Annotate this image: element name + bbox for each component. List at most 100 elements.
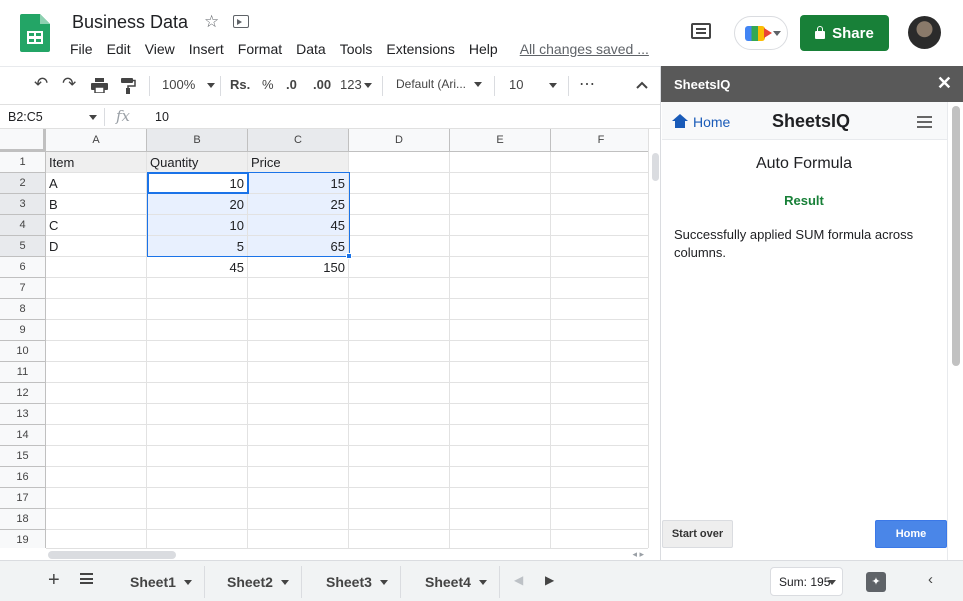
column-header-b[interactable]: B: [147, 129, 248, 152]
row-header-17[interactable]: 17: [0, 488, 46, 509]
paint-format-icon[interactable]: [121, 78, 136, 94]
scroll-thumb[interactable]: [952, 106, 960, 366]
cell-b7[interactable]: [147, 278, 248, 299]
more-formats-select[interactable]: 123: [340, 77, 372, 92]
cell-d18[interactable]: [349, 509, 450, 530]
cell-e11[interactable]: [450, 362, 551, 383]
cell-c3[interactable]: 25: [248, 194, 349, 215]
cell-e18[interactable]: [450, 509, 551, 530]
column-header-e[interactable]: E: [450, 129, 551, 152]
row-header-12[interactable]: 12: [0, 383, 46, 404]
cell-c12[interactable]: [248, 383, 349, 404]
cell-b12[interactable]: [147, 383, 248, 404]
row-header-10[interactable]: 10: [0, 341, 46, 362]
cell-c7[interactable]: [248, 278, 349, 299]
cell-e16[interactable]: [450, 467, 551, 488]
name-box[interactable]: B2:C5: [8, 110, 43, 124]
home-button[interactable]: Home: [875, 520, 947, 548]
save-status-link[interactable]: All changes saved ...: [520, 41, 649, 57]
cell-a5[interactable]: D: [46, 236, 147, 257]
row-header-8[interactable]: 8: [0, 299, 46, 320]
cell-f4[interactable]: [551, 215, 648, 236]
cell-e12[interactable]: [450, 383, 551, 404]
cell-d13[interactable]: [349, 404, 450, 425]
comment-history-icon[interactable]: [691, 23, 711, 39]
cell-c4[interactable]: 45: [248, 215, 349, 236]
font-family-select[interactable]: Default (Ari...: [396, 77, 483, 91]
next-sheet-icon[interactable]: ▶: [545, 573, 554, 587]
menu-insert[interactable]: Insert: [189, 41, 224, 57]
row-header-9[interactable]: 9: [0, 320, 46, 341]
column-header-a[interactable]: A: [46, 129, 147, 152]
avatar[interactable]: [908, 16, 941, 49]
cell-f11[interactable]: [551, 362, 648, 383]
row-header-11[interactable]: 11: [0, 362, 46, 383]
cell-c19[interactable]: [248, 530, 349, 548]
cell-a6[interactable]: [46, 257, 147, 278]
cell-d10[interactable]: [349, 341, 450, 362]
row-header-13[interactable]: 13: [0, 404, 46, 425]
cell-d6[interactable]: [349, 257, 450, 278]
cell-b16[interactable]: [147, 467, 248, 488]
tab-sheet3[interactable]: Sheet3: [314, 566, 401, 598]
sum-select[interactable]: Sum: 195: [770, 567, 843, 596]
column-header-d[interactable]: D: [349, 129, 450, 152]
cell-a9[interactable]: [46, 320, 147, 341]
cell-f16[interactable]: [551, 467, 648, 488]
cell-b8[interactable]: [147, 299, 248, 320]
row-header-7[interactable]: 7: [0, 278, 46, 299]
menu-help[interactable]: Help: [469, 41, 498, 57]
cell-c2[interactable]: 15: [248, 173, 349, 194]
tab-sheet2[interactable]: Sheet2: [215, 566, 302, 598]
cell-a14[interactable]: [46, 425, 147, 446]
row-header-1[interactable]: 1: [0, 152, 46, 173]
currency-format-button[interactable]: Rs.: [230, 77, 250, 92]
formula-input[interactable]: 10: [155, 110, 169, 124]
document-title[interactable]: Business Data: [72, 12, 188, 33]
cell-a8[interactable]: [46, 299, 147, 320]
cell-a2[interactable]: A: [46, 173, 147, 194]
cell-e4[interactable]: [450, 215, 551, 236]
cell-a11[interactable]: [46, 362, 147, 383]
menu-tools[interactable]: Tools: [340, 41, 373, 57]
column-header-c[interactable]: C: [248, 129, 349, 152]
cell-f8[interactable]: [551, 299, 648, 320]
cell-e3[interactable]: [450, 194, 551, 215]
cell-f14[interactable]: [551, 425, 648, 446]
menu-format[interactable]: Format: [238, 41, 282, 57]
cell-c11[interactable]: [248, 362, 349, 383]
row-header-14[interactable]: 14: [0, 425, 46, 446]
cell-d15[interactable]: [349, 446, 450, 467]
cell-f6[interactable]: [551, 257, 648, 278]
cell-a3[interactable]: B: [46, 194, 147, 215]
cell-d2[interactable]: [349, 173, 450, 194]
spreadsheet-grid[interactable]: A B C D E F 1 Item Quantity Price 2 A 10 15 3 B 20 25 4 C 10…: [0, 129, 648, 548]
add-sheet-icon[interactable]: +: [48, 569, 60, 592]
menu-view[interactable]: View: [145, 41, 175, 57]
star-icon[interactable]: ☆: [204, 12, 219, 32]
cell-f10[interactable]: [551, 341, 648, 362]
cell-a18[interactable]: [46, 509, 147, 530]
cell-b6[interactable]: 45: [147, 257, 248, 278]
cell-f13[interactable]: [551, 404, 648, 425]
more-options-icon[interactable]: ⋯: [579, 74, 595, 94]
cell-e13[interactable]: [450, 404, 551, 425]
select-all-corner[interactable]: [0, 129, 46, 152]
cell-f2[interactable]: [551, 173, 648, 194]
cell-d1[interactable]: [349, 152, 450, 173]
collapse-toolbar-icon[interactable]: [636, 81, 648, 89]
tab-sheet1[interactable]: Sheet1: [118, 566, 205, 598]
menu-edit[interactable]: Edit: [107, 41, 131, 57]
previous-sheet-icon[interactable]: ◀: [514, 573, 523, 587]
row-header-3[interactable]: 3: [0, 194, 46, 215]
close-icon[interactable]: ✕: [937, 73, 952, 94]
cell-d11[interactable]: [349, 362, 450, 383]
cell-a17[interactable]: [46, 488, 147, 509]
font-size-select[interactable]: 10: [509, 77, 558, 92]
cell-c15[interactable]: [248, 446, 349, 467]
cell-d9[interactable]: [349, 320, 450, 341]
cell-d3[interactable]: [349, 194, 450, 215]
cell-c17[interactable]: [248, 488, 349, 509]
cell-e15[interactable]: [450, 446, 551, 467]
row-header-2[interactable]: 2: [0, 173, 46, 194]
